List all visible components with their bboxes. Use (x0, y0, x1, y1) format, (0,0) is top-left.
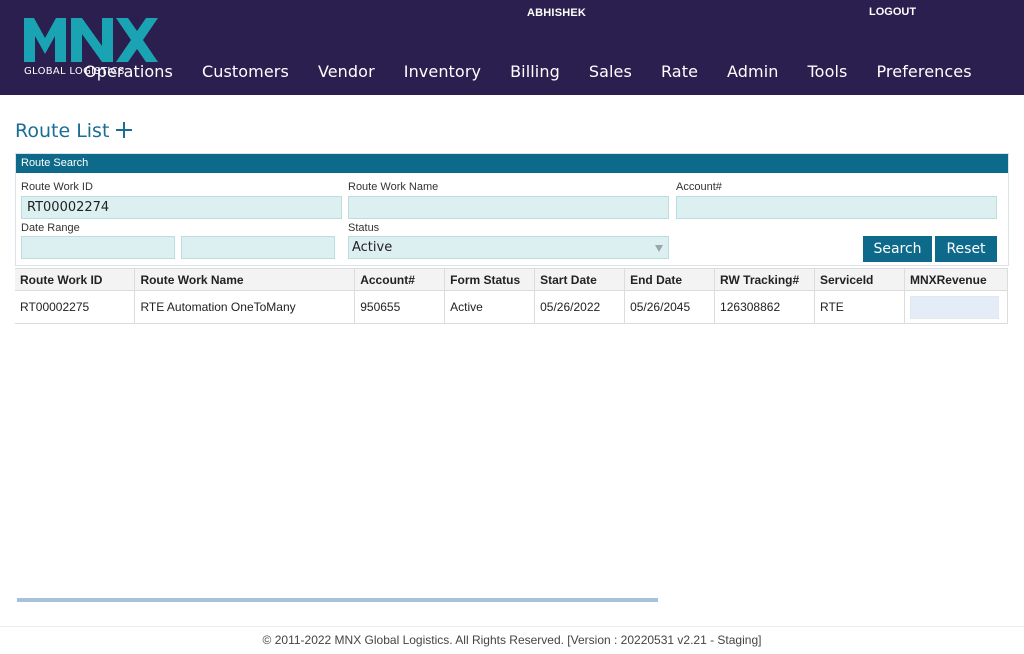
username-label: ABHISHEK (527, 7, 587, 19)
date-to-input[interactable] (181, 236, 335, 259)
nav-sales[interactable]: Sales (589, 62, 632, 81)
footer-divider (0, 626, 1024, 627)
col-route-work-name[interactable]: Route Work Name (134, 268, 356, 291)
nav-billing[interactable]: Billing (510, 62, 560, 81)
nav-operations[interactable]: Operations (84, 62, 173, 81)
nav-preferences[interactable]: Preferences (876, 62, 971, 81)
mnx-logo-mark (24, 18, 158, 62)
status-value: Active (352, 240, 393, 255)
cell-rw-tracking: 126308862 (714, 290, 815, 324)
account-label: Account# (676, 181, 722, 193)
cell-route-work-name: RTE Automation OneToMany (134, 290, 356, 324)
date-from-input[interactable] (21, 236, 175, 259)
col-account[interactable]: Account# (354, 268, 446, 291)
account-input[interactable] (676, 196, 997, 219)
plus-icon[interactable] (115, 121, 133, 139)
nav-tools[interactable]: Tools (808, 62, 848, 81)
table-header-row: Route Work ID Route Work Name Account# F… (15, 268, 1009, 291)
main-nav: Operations Customers Vendor Inventory Bi… (84, 62, 1001, 81)
col-rw-tracking[interactable]: RW Tracking# (714, 268, 815, 291)
route-search-panel: Route Search Route Work ID RT00002274 Ro… (15, 153, 1009, 266)
table-row[interactable]: RT00002275 RTE Automation OneToMany 9506… (15, 290, 1009, 324)
nav-customers[interactable]: Customers (202, 62, 289, 81)
reset-button[interactable]: Reset (935, 236, 997, 262)
horizontal-scrollbar[interactable] (17, 598, 658, 602)
cell-route-work-id[interactable]: RT00002275 (15, 290, 136, 324)
col-service-id[interactable]: ServiceId (814, 268, 905, 291)
status-label: Status (348, 222, 380, 234)
page-title: Route List (15, 120, 110, 142)
date-range-label: Date Range (21, 222, 80, 234)
route-work-name-input[interactable] (348, 196, 669, 219)
nav-admin[interactable]: Admin (727, 62, 779, 81)
col-mnx-revenue[interactable]: MNXRevenue (904, 268, 1009, 291)
col-start-date[interactable]: Start Date (534, 268, 626, 291)
route-work-id-label: Route Work ID (21, 181, 93, 193)
route-work-id-input[interactable]: RT00002274 (21, 196, 342, 219)
panel-title: Route Search (16, 154, 1008, 173)
nav-vendor[interactable]: Vendor (318, 62, 375, 81)
cell-form-status: Active (444, 290, 536, 324)
cell-mnx-revenue (904, 290, 1009, 324)
cell-service-id: RTE (814, 290, 905, 324)
logout-link[interactable]: LOGOUT (869, 6, 916, 18)
cell-account: 950655 (354, 290, 446, 324)
route-work-name-label: Route Work Name (348, 181, 439, 193)
route-table: Route Work ID Route Work Name Account# F… (15, 268, 1009, 324)
search-button[interactable]: Search (863, 236, 932, 262)
chevron-down-icon (655, 245, 663, 252)
col-route-work-id[interactable]: Route Work ID (15, 268, 136, 291)
mnx-revenue-input[interactable] (909, 295, 999, 319)
cell-start-date: 05/26/2022 (534, 290, 626, 324)
top-header: GLOBAL LOGISTICS ABHISHEK LOGOUT Operati… (0, 0, 1024, 95)
footer-text: © 2011-2022 MNX Global Logistics. All Ri… (262, 633, 762, 647)
col-end-date[interactable]: End Date (624, 268, 716, 291)
col-form-status[interactable]: Form Status (444, 268, 536, 291)
nav-rate[interactable]: Rate (661, 62, 698, 81)
status-select[interactable]: Active (348, 236, 669, 259)
cell-end-date: 05/26/2045 (624, 290, 716, 324)
nav-inventory[interactable]: Inventory (404, 62, 481, 81)
